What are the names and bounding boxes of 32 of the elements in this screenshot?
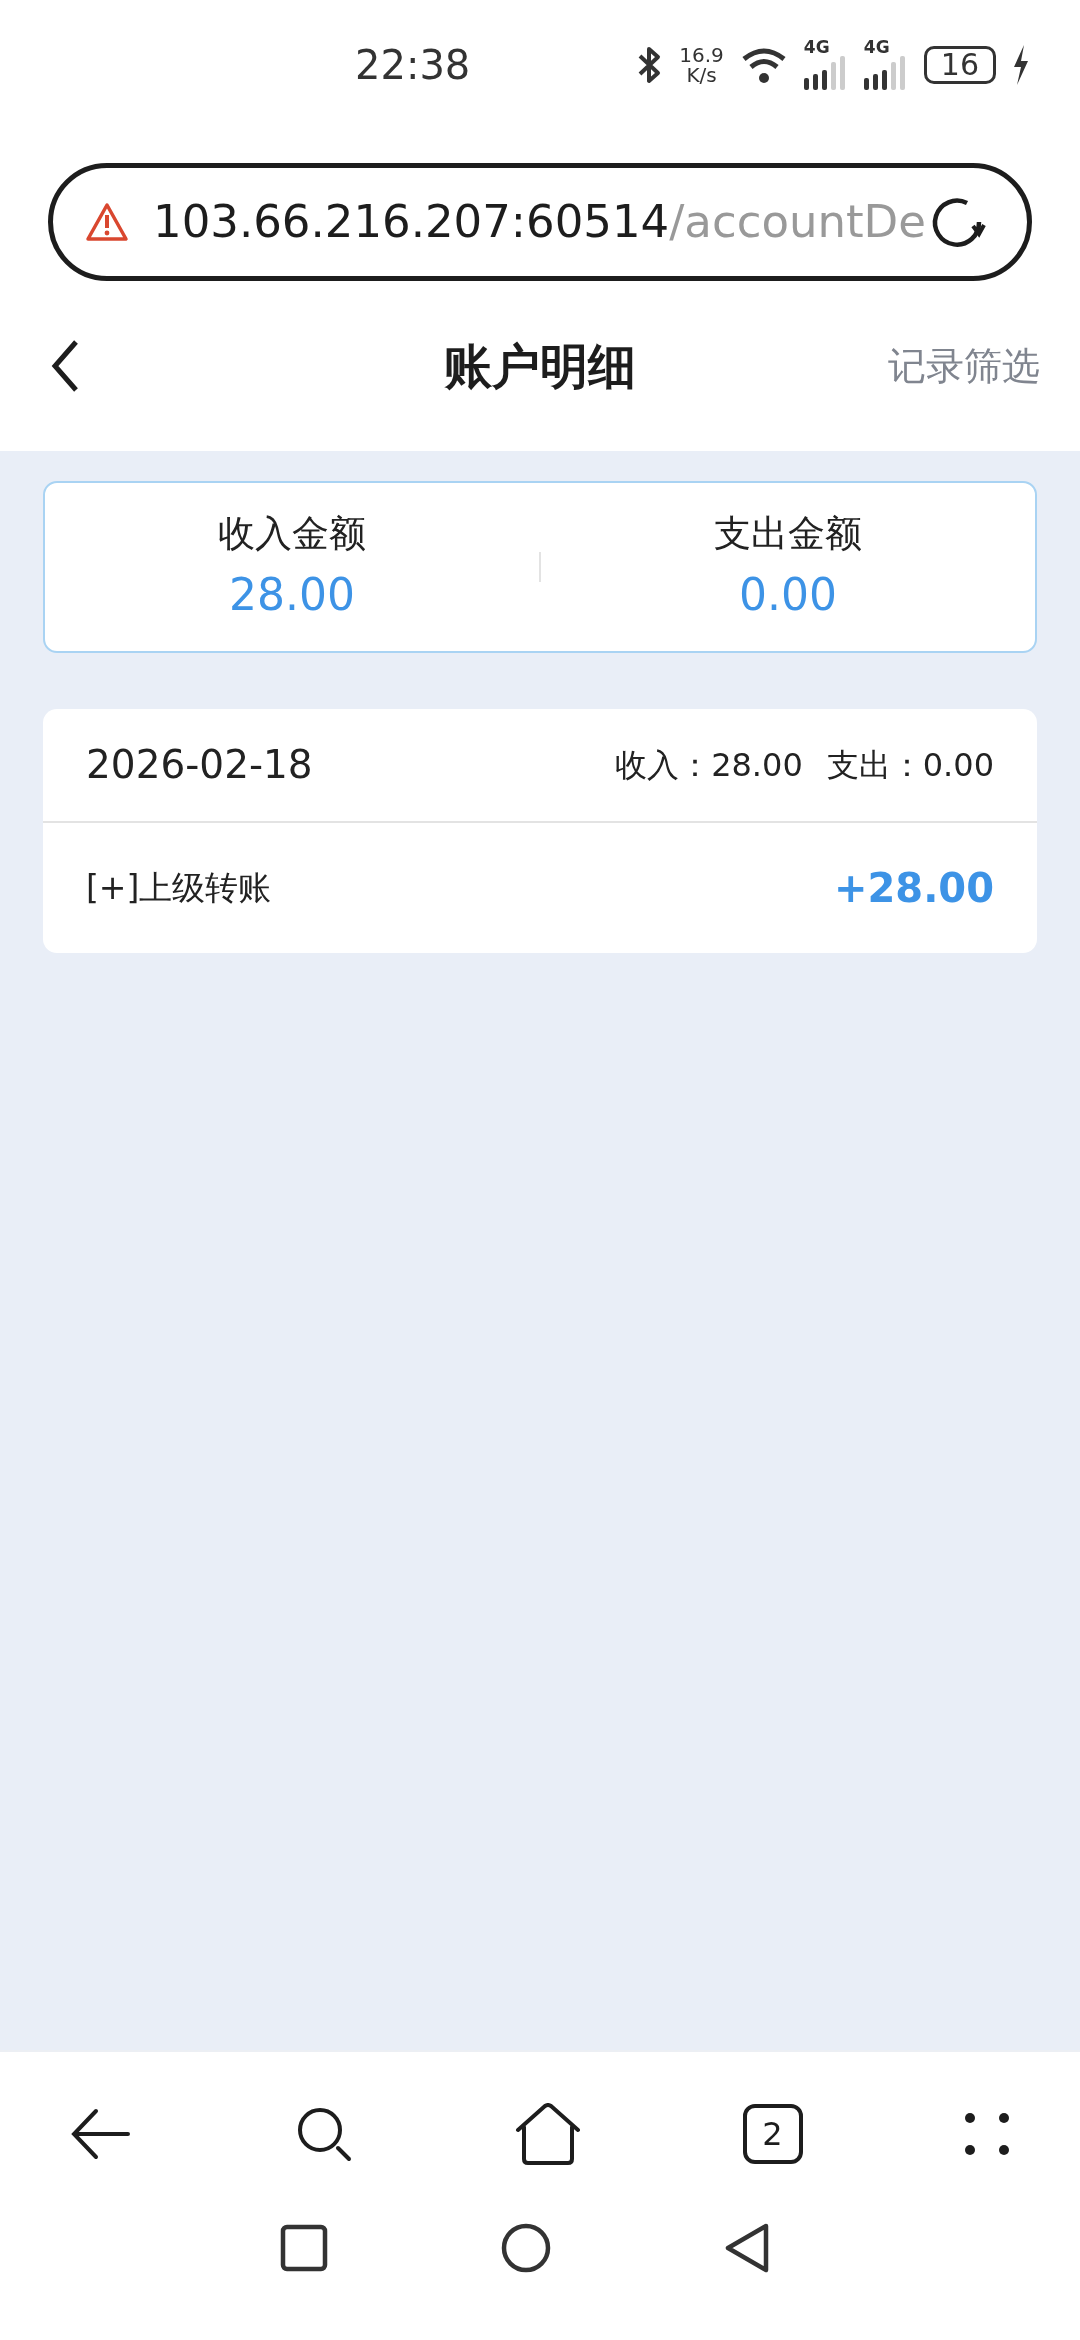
- address-bar[interactable]: 103.66.216.207:60514/accountDe: [48, 163, 1032, 281]
- summary-amount: 0.00: [739, 567, 837, 622]
- network-type: 4G: [803, 38, 831, 56]
- page-title: 账户明细: [444, 337, 636, 396]
- url-text: 103.66.216.207:60514/accountDe: [153, 194, 926, 251]
- clock-time: 22:38: [355, 41, 471, 90]
- record-date: 2026-02-18: [86, 740, 313, 789]
- home-circle-icon[interactable]: [500, 2221, 552, 2274]
- signal-icon: [803, 55, 848, 92]
- warning-icon: [85, 202, 129, 242]
- recents-icon[interactable]: [280, 2223, 328, 2272]
- filter-link[interactable]: 记录筛选: [888, 337, 1040, 395]
- charging-icon: [1012, 45, 1030, 85]
- summary-label: 收入金额: [218, 511, 366, 558]
- summary-label: 支出金额: [714, 511, 862, 558]
- back-arrow-icon[interactable]: [70, 2106, 132, 2161]
- home-icon[interactable]: [515, 2102, 581, 2165]
- day-expense: 支出：0.00: [826, 745, 994, 786]
- tabs-button[interactable]: 2: [742, 2103, 803, 2164]
- network-type: 4G: [863, 38, 891, 56]
- back-button[interactable]: [50, 339, 80, 393]
- menu-icon[interactable]: [964, 2110, 1010, 2157]
- record-amount: +28.00: [833, 864, 994, 913]
- signal-icon: [863, 55, 908, 92]
- day-income: 收入：28.00: [615, 745, 803, 786]
- back-triangle-icon[interactable]: [724, 2221, 770, 2274]
- record-title: [+]上级转账: [86, 867, 272, 910]
- battery-level: 16: [923, 46, 996, 84]
- network-speed-unit: K/s: [685, 65, 718, 85]
- network-speed: 16.9: [679, 45, 724, 65]
- summary-amount: 28.00: [229, 567, 355, 622]
- back-icon: [50, 339, 80, 393]
